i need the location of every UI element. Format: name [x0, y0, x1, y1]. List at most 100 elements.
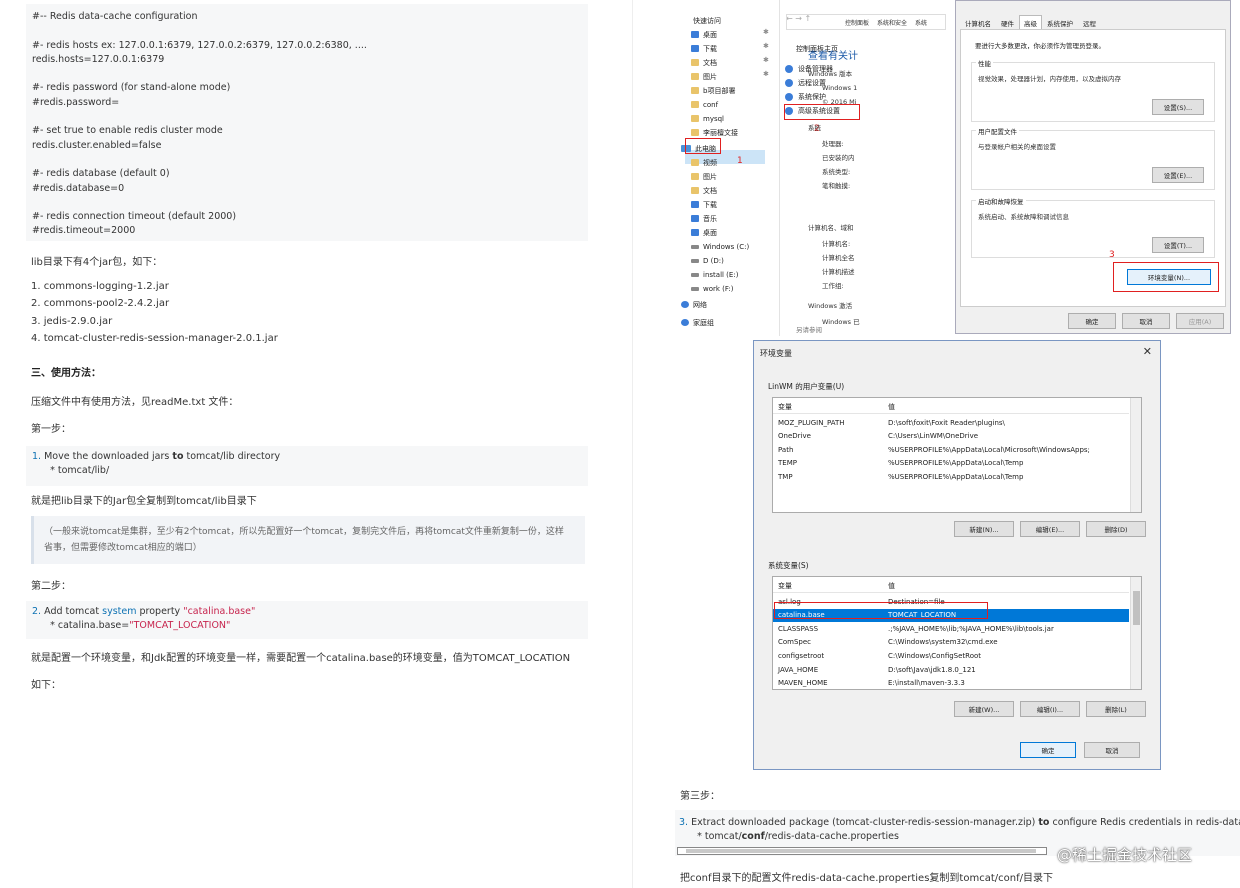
shield-icon	[785, 65, 793, 73]
user-profile-settings-button[interactable]: 设置(E)...	[1152, 167, 1204, 183]
scrollbar[interactable]	[1130, 398, 1141, 512]
address-part[interactable]: 系统	[915, 18, 927, 27]
system-info-line: Windows 1	[822, 84, 858, 92]
nav-item-label: 图片	[703, 72, 717, 81]
variable-row[interactable]: JAVA_HOME D:\soft\Java\jdk1.8.0_121	[773, 663, 1129, 676]
nav-item[interactable]: 文档	[691, 184, 717, 197]
variable-row[interactable]: ComSpec C:\Windows\system32\cmd.exe	[773, 636, 1129, 649]
nav-item[interactable]: mysql	[691, 112, 724, 125]
variable-row[interactable]: MOZ_PLUGIN_PATH D:\soft\foxit\Foxit Reade…	[773, 416, 1129, 429]
music-icon	[691, 215, 699, 222]
system-info-line: 系统类型:	[822, 168, 851, 176]
nav-item[interactable]: Windows (C:)	[691, 240, 749, 253]
nav-item[interactable]: install (E:)	[691, 268, 738, 281]
sys-new-button[interactable]: 新建(W)...	[954, 701, 1014, 717]
col-var-header: 变量	[778, 582, 792, 590]
nav-item[interactable]: work (F:)	[691, 282, 733, 295]
tab-hardware[interactable]: 硬件	[996, 15, 1019, 29]
address-part[interactable]: 控制面板	[845, 18, 869, 27]
env-cancel-button[interactable]: 取消	[1084, 742, 1140, 758]
variable-row[interactable]: Path %USERPROFILE%\AppData\Local\Microsof…	[773, 443, 1129, 456]
user-new-button[interactable]: 新建(N)...	[954, 521, 1014, 537]
nav-item[interactable]: 图片	[691, 70, 717, 83]
close-icon[interactable]: ✕	[1143, 345, 1152, 358]
nav-item[interactable]: 网络	[681, 298, 707, 311]
variable-row[interactable]: OneDrive C:\Users\LinWM\OneDrive	[773, 430, 1129, 443]
scrollbar[interactable]	[1130, 577, 1141, 689]
nav-item[interactable]: 下载	[691, 42, 717, 55]
scrollbar-thumb[interactable]	[1133, 591, 1140, 625]
sys-vars-list[interactable]: 变量 值 asl.log Destination=file catalina.bas…	[772, 576, 1142, 690]
performance-settings-button[interactable]: 设置(S)...	[1152, 99, 1204, 115]
nav-item[interactable]: 文档	[691, 56, 717, 69]
startup-recovery-title: 启动和故障恢复	[976, 196, 1026, 206]
system-info-line: Windows 激活	[808, 302, 853, 310]
scrollbar-thumb[interactable]	[686, 849, 1036, 853]
nav-item[interactable]: 桌面	[691, 28, 717, 41]
document-icon	[691, 59, 699, 66]
pin-icon[interactable]: ✱	[763, 56, 769, 64]
step3-label: 第三步：	[680, 791, 720, 802]
pin-icon[interactable]: ✱	[763, 70, 769, 78]
dialog-title: 环境变量	[760, 349, 792, 358]
pin-icon[interactable]: ✱	[763, 42, 769, 50]
list-header: 变量 值	[773, 577, 1129, 593]
picture-icon	[691, 73, 699, 80]
variable-row[interactable]: MAVEN_HOME E:\install\maven-3.3.3	[773, 677, 1129, 689]
user-vars-list[interactable]: 变量 值 MOZ_PLUGIN_PATH D:\soft\foxit\Foxit …	[772, 397, 1142, 513]
step2-line2-b: "TOMCAT_LOCATION"	[129, 620, 231, 631]
address-part[interactable]: 系统和安全	[877, 18, 907, 27]
cancel-button[interactable]: 取消	[1122, 313, 1170, 329]
address-bar[interactable]: 控制面板 系统和安全 系统	[786, 14, 946, 30]
redis-config-code-block: #-- Redis data-cache configuration #- red…	[26, 4, 588, 241]
system-info-line: 计算机名:	[822, 240, 851, 248]
variable-row[interactable]: TMP %USERPROFILE%\AppData\Local\Temp	[773, 470, 1129, 483]
variable-value: %USERPROFILE%\AppData\Local\Microsoft\Wi…	[888, 445, 1090, 454]
drive-icon	[691, 258, 699, 263]
nav-item[interactable]: 音乐	[691, 212, 717, 225]
nav-item[interactable]: 视频	[691, 156, 717, 169]
nav-item-label: D (D:)	[703, 256, 724, 265]
apply-button[interactable]: 应用(A)	[1176, 313, 1224, 329]
nav-item[interactable]: conf	[691, 98, 718, 111]
startup-recovery-settings-button[interactable]: 设置(T)...	[1152, 237, 1204, 253]
tab-advanced[interactable]: 高级	[1019, 15, 1042, 29]
system-info-line: 笔和触摸:	[822, 182, 851, 190]
nav-item[interactable]: 下载	[691, 198, 717, 211]
desktop-icon	[691, 31, 699, 38]
performance-desc: 视觉效果，处理器计划，内存使用，以及虚拟内存	[978, 75, 1121, 83]
variable-value: E:\install\maven-3.3.3	[888, 679, 965, 688]
ok-button[interactable]: 确定	[1068, 313, 1116, 329]
user-delete-button[interactable]: 删除(D)	[1086, 521, 1146, 537]
system-info-line: 系统	[808, 124, 821, 132]
variable-row[interactable]: configsetroot C:\Windows\ConfigSetRoot	[773, 649, 1129, 662]
nav-item[interactable]: 桌面	[691, 226, 717, 239]
nav-item[interactable]: 家庭组	[681, 316, 714, 329]
environment-variables-button[interactable]: 环境变量(N)...	[1127, 269, 1211, 285]
variable-row[interactable]: CLASSPASS .;%JAVA_HOME%\lib;%JAVA_HOME%\l…	[773, 622, 1129, 635]
step1-code-block: 1. Move the downloaded jars to tomcat/li…	[26, 446, 588, 486]
env-ok-button[interactable]: 确定	[1020, 742, 1076, 758]
step2-text-property: property	[139, 606, 181, 617]
nav-item[interactable]: b项目部署	[691, 84, 735, 97]
user-edit-button[interactable]: 编辑(E)...	[1020, 521, 1080, 537]
environment-variables-dialog: 环境变量 ✕ LinWM 的用户变量(U) 变量 值 MOZ_PLUGIN_PA…	[753, 340, 1161, 770]
tab-computer-name[interactable]: 计算机名	[960, 15, 996, 29]
nav-item[interactable]: 快速访问	[681, 14, 721, 27]
shield-icon	[785, 79, 793, 87]
tab-system-protection[interactable]: 系统保护	[1042, 15, 1078, 29]
sys-edit-button[interactable]: 编辑(I)...	[1020, 701, 1080, 717]
system-info-line: 计算机描述	[822, 268, 855, 276]
horizontal-scrollbar[interactable]	[677, 847, 1047, 855]
variable-row[interactable]: TEMP %USERPROFILE%\AppData\Local\Temp	[773, 457, 1129, 470]
tab-remote[interactable]: 远程	[1078, 15, 1101, 29]
file-explorer-window: 快速访问 桌面 ✱ 下载 ✱ 文档 ✱ 图片 ✱ b项目部署 conf mysql 李丽檀文接 此电脑 视频…	[679, 0, 953, 336]
pin-icon[interactable]: ✱	[763, 28, 769, 36]
nav-item[interactable]: D (D:)	[691, 254, 724, 267]
tab-bar: 计算机名 硬件 高级 系统保护 远程	[960, 15, 1101, 29]
code-line: #- redis connection timeout (default 200…	[32, 211, 237, 223]
sys-delete-button[interactable]: 删除(L)	[1086, 701, 1146, 717]
nav-item[interactable]: 图片	[691, 170, 717, 183]
